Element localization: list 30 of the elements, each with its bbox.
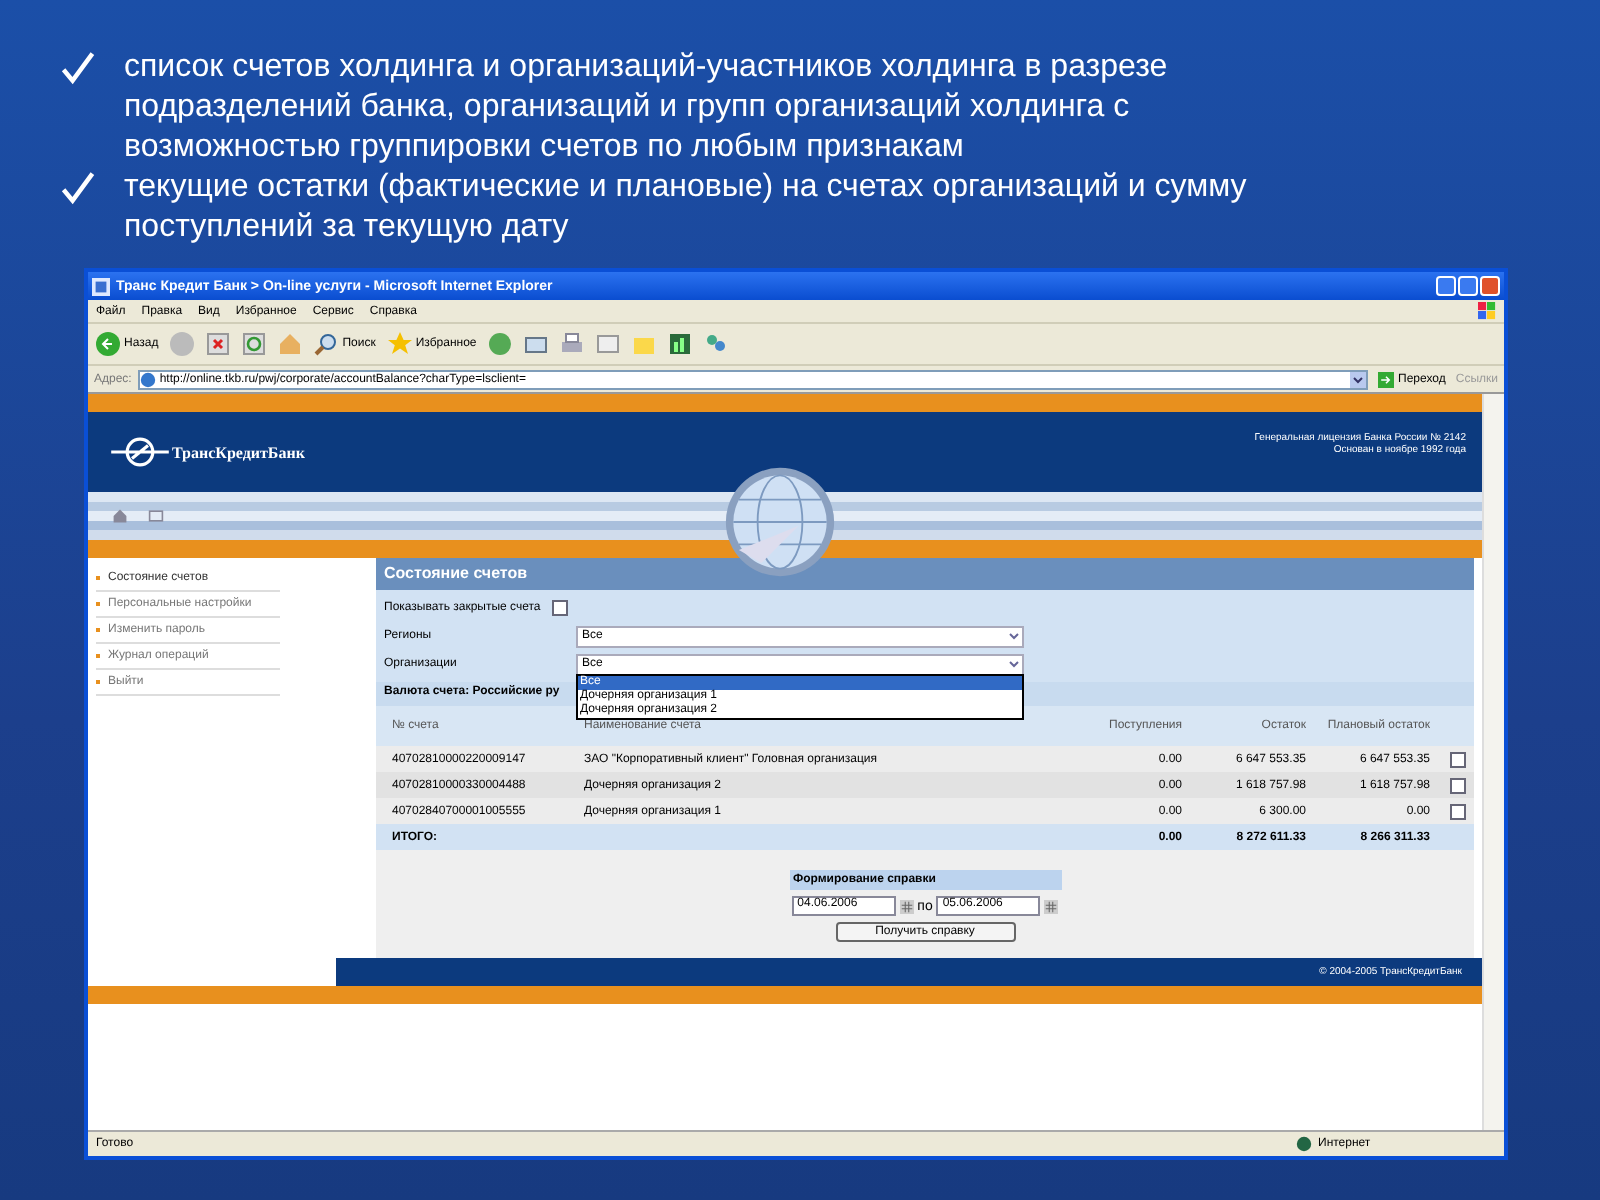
section-title: Состояние счетов <box>376 558 1474 590</box>
stop-icon[interactable] <box>206 332 231 356</box>
bullet-text: текущие остатки (фактические и плановые) на счетах организаций и сумму поступлений за текущую дату <box>124 168 1249 248</box>
calendar-icon[interactable] <box>1044 899 1059 913</box>
browser-icon <box>92 277 110 295</box>
search-icon <box>314 332 339 356</box>
go-arrow-icon <box>1378 371 1395 387</box>
checkbox[interactable] <box>552 600 569 616</box>
minimize-button[interactable] <box>1436 276 1456 296</box>
check-mark-icon <box>60 50 96 86</box>
row-checkbox[interactable] <box>1450 777 1466 793</box>
calendar-icon[interactable] <box>899 899 914 913</box>
home-icon[interactable] <box>112 508 128 524</box>
print-icon[interactable] <box>560 332 585 356</box>
bank-logo-icon <box>108 434 172 470</box>
refresh-icon[interactable] <box>242 332 267 356</box>
row-checkbox[interactable] <box>1450 751 1466 767</box>
scrollbar[interactable] <box>1482 394 1504 1130</box>
chevron-down-icon[interactable] <box>1350 371 1367 387</box>
close-button[interactable] <box>1480 276 1500 296</box>
mail-icon[interactable] <box>524 332 549 356</box>
bank-name: ТрансКредитБанк <box>172 443 305 461</box>
chart-icon[interactable] <box>668 332 693 356</box>
check-mark-icon <box>60 170 96 206</box>
maximize-button[interactable] <box>1458 276 1478 296</box>
page-icon <box>139 371 156 387</box>
windows-logo-icon <box>1478 302 1496 320</box>
row-checkbox[interactable] <box>1450 803 1466 819</box>
star-icon <box>387 332 412 356</box>
mail-icon[interactable] <box>148 508 164 524</box>
